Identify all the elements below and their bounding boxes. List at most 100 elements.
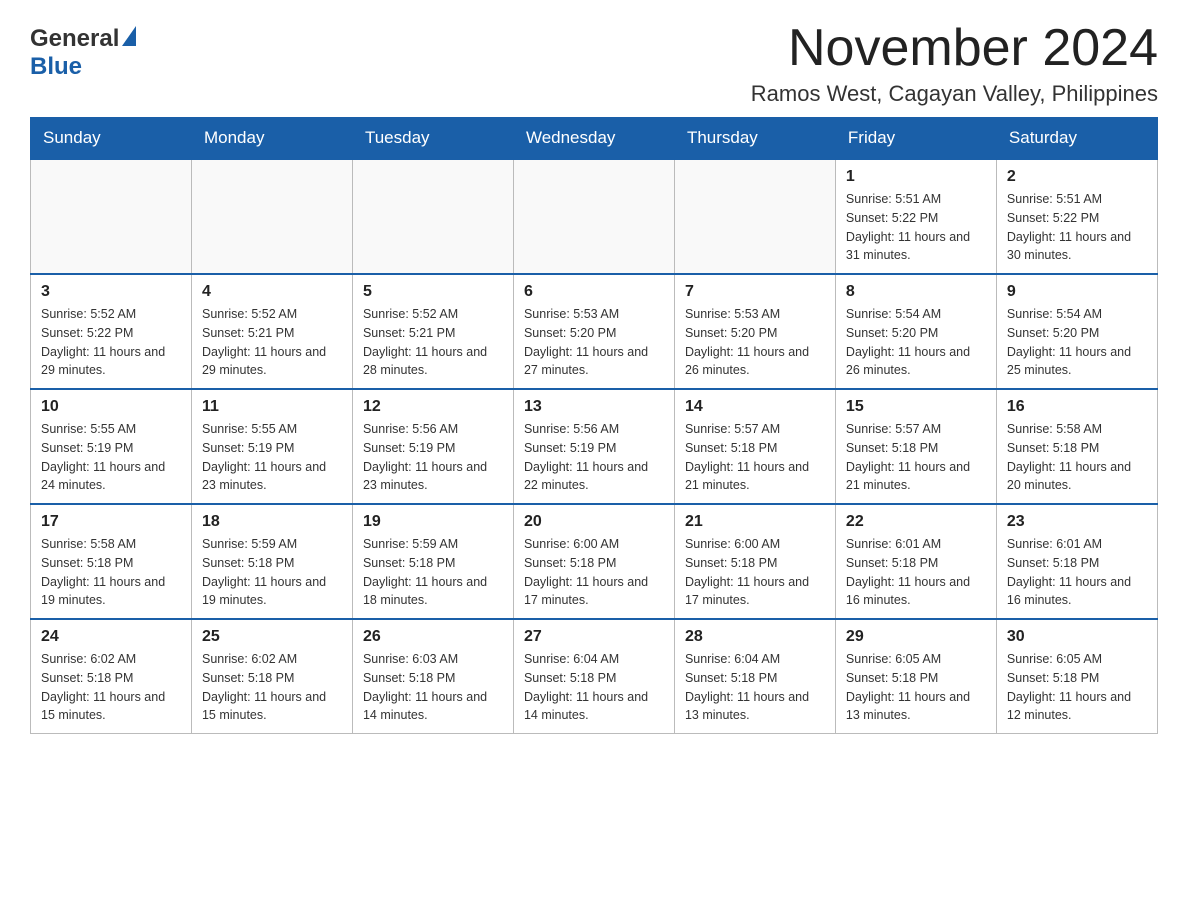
calendar-cell-30: 30Sunrise: 6:05 AM Sunset: 5:18 PM Dayli… [996,619,1157,734]
day-info: Sunrise: 6:02 AM Sunset: 5:18 PM Dayligh… [202,650,342,725]
day-number: 14 [685,398,825,416]
calendar-header-row: SundayMondayTuesdayWednesdayThursdayFrid… [31,118,1158,160]
day-info: Sunrise: 6:03 AM Sunset: 5:18 PM Dayligh… [363,650,503,725]
day-number: 20 [524,513,664,531]
day-number: 12 [363,398,503,416]
day-number: 23 [1007,513,1147,531]
calendar-cell-18: 18 Sunrise: 5:59 AM Sunset: 5:18 PM Dayli… [191,504,352,619]
calendar-cell-28: 28 Sunrise: 6:04 AM Sunset: 5:18 PM Dayli… [674,619,835,734]
page-header: General Blue November 2024 Ramos West, C… [30,20,1158,107]
day-number: 13 [524,398,664,416]
calendar-cell-12: 12 Sunrise: 5:56 AM Sunset: 5:19 PM Dayli… [352,389,513,504]
calendar-cell-1: 1 Sunrise: 5:51 AM Sunset: 5:22 PM Daylig… [835,159,996,274]
day-info: Sunrise: 5:56 AM Sunset: 5:19 PM Dayligh… [363,420,503,495]
logo-triangle-icon [122,26,136,46]
day-number: 27 [524,628,664,646]
calendar-day-header-friday: Friday [835,118,996,160]
day-number: 29 [846,628,986,646]
day-info: Sunrise: 6:04 AM Sunset: 5:18 PM Dayligh… [685,650,825,725]
calendar-day-header-saturday: Saturday [996,118,1157,160]
calendar-cell-empty [31,159,192,274]
day-info: Sunrise: 5:51 AM Sunset: 5:22 PM Dayligh… [1007,190,1147,265]
main-title: November 2024 [751,20,1158,77]
day-number: 16 [1007,398,1147,416]
calendar-day-header-sunday: Sunday [31,118,192,160]
calendar-cell-4: 4 Sunrise: 5:52 AM Sunset: 5:21 PM Daylig… [191,274,352,389]
day-number: 25 [202,628,342,646]
calendar-day-header-monday: Monday [191,118,352,160]
day-number: 28 [685,628,825,646]
day-info: Sunrise: 5:57 AM Sunset: 5:18 PM Dayligh… [685,420,825,495]
day-number: 2 [1007,168,1147,186]
calendar-cell-empty [513,159,674,274]
day-number: 15 [846,398,986,416]
day-info: Sunrise: 6:05 AM Sunset: 5:18 PM Dayligh… [1007,650,1147,725]
day-number: 22 [846,513,986,531]
day-info: Sunrise: 5:51 AM Sunset: 5:22 PM Dayligh… [846,190,986,265]
calendar-week-row-4: 17 Sunrise: 5:58 AM Sunset: 5:18 PM Dayli… [31,504,1158,619]
day-info: Sunrise: 6:01 AM Sunset: 5:18 PM Dayligh… [1007,535,1147,610]
calendar-week-row-5: 24 Sunrise: 6:02 AM Sunset: 5:18 PM Dayli… [31,619,1158,734]
day-info: Sunrise: 6:01 AM Sunset: 5:18 PM Dayligh… [846,535,986,610]
calendar-day-header-wednesday: Wednesday [513,118,674,160]
calendar-cell-26: 26 Sunrise: 6:03 AM Sunset: 5:18 PM Dayli… [352,619,513,734]
day-info: Sunrise: 5:54 AM Sunset: 5:20 PM Dayligh… [846,305,986,380]
calendar-cell-25: 25 Sunrise: 6:02 AM Sunset: 5:18 PM Dayli… [191,619,352,734]
day-number: 4 [202,283,342,301]
calendar-cell-22: 22 Sunrise: 6:01 AM Sunset: 5:18 PM Dayli… [835,504,996,619]
calendar-cell-10: 10 Sunrise: 5:55 AM Sunset: 5:19 PM Dayli… [31,389,192,504]
day-number: 7 [685,283,825,301]
calendar-table: SundayMondayTuesdayWednesdayThursdayFrid… [30,117,1158,734]
calendar-cell-3: 3Sunrise: 5:52 AM Sunset: 5:22 PM Daylig… [31,274,192,389]
calendar-cell-14: 14 Sunrise: 5:57 AM Sunset: 5:18 PM Dayli… [674,389,835,504]
calendar-week-row-1: 1 Sunrise: 5:51 AM Sunset: 5:22 PM Daylig… [31,159,1158,274]
day-info: Sunrise: 5:57 AM Sunset: 5:18 PM Dayligh… [846,420,986,495]
day-number: 1 [846,168,986,186]
day-info: Sunrise: 5:55 AM Sunset: 5:19 PM Dayligh… [41,420,181,495]
day-info: Sunrise: 5:58 AM Sunset: 5:18 PM Dayligh… [1007,420,1147,495]
calendar-cell-23: 23 Sunrise: 6:01 AM Sunset: 5:18 PM Dayli… [996,504,1157,619]
calendar-day-header-tuesday: Tuesday [352,118,513,160]
day-info: Sunrise: 5:54 AM Sunset: 5:20 PM Dayligh… [1007,305,1147,380]
calendar-cell-27: 27 Sunrise: 6:04 AM Sunset: 5:18 PM Dayli… [513,619,674,734]
day-info: Sunrise: 6:02 AM Sunset: 5:18 PM Dayligh… [41,650,181,725]
calendar-cell-21: 21Sunrise: 6:00 AM Sunset: 5:18 PM Dayli… [674,504,835,619]
day-number: 24 [41,628,181,646]
day-info: Sunrise: 6:00 AM Sunset: 5:18 PM Dayligh… [524,535,664,610]
day-info: Sunrise: 5:59 AM Sunset: 5:18 PM Dayligh… [202,535,342,610]
day-info: Sunrise: 5:58 AM Sunset: 5:18 PM Dayligh… [41,535,181,610]
calendar-cell-24: 24 Sunrise: 6:02 AM Sunset: 5:18 PM Dayli… [31,619,192,734]
day-info: Sunrise: 5:55 AM Sunset: 5:19 PM Dayligh… [202,420,342,495]
title-section: November 2024 Ramos West, Cagayan Valley… [751,20,1158,107]
calendar-cell-20: 20 Sunrise: 6:00 AM Sunset: 5:18 PM Dayli… [513,504,674,619]
calendar-cell-9: 9 Sunrise: 5:54 AM Sunset: 5:20 PM Daylig… [996,274,1157,389]
logo-blue-text: Blue [30,53,82,81]
calendar-cell-17: 17 Sunrise: 5:58 AM Sunset: 5:18 PM Dayli… [31,504,192,619]
day-info: Sunrise: 6:05 AM Sunset: 5:18 PM Dayligh… [846,650,986,725]
day-info: Sunrise: 6:04 AM Sunset: 5:18 PM Dayligh… [524,650,664,725]
subtitle: Ramos West, Cagayan Valley, Philippines [751,81,1158,107]
day-info: Sunrise: 5:53 AM Sunset: 5:20 PM Dayligh… [685,305,825,380]
day-number: 3 [41,283,181,301]
day-number: 21 [685,513,825,531]
calendar-cell-11: 11Sunrise: 5:55 AM Sunset: 5:19 PM Dayli… [191,389,352,504]
calendar-cell-29: 29 Sunrise: 6:05 AM Sunset: 5:18 PM Dayli… [835,619,996,734]
day-number: 9 [1007,283,1147,301]
day-number: 18 [202,513,342,531]
calendar-cell-empty [352,159,513,274]
day-number: 19 [363,513,503,531]
calendar-cell-7: 7 Sunrise: 5:53 AM Sunset: 5:20 PM Daylig… [674,274,835,389]
calendar-cell-16: 16 Sunrise: 5:58 AM Sunset: 5:18 PM Dayli… [996,389,1157,504]
day-info: Sunrise: 5:59 AM Sunset: 5:18 PM Dayligh… [363,535,503,610]
day-info: Sunrise: 5:56 AM Sunset: 5:19 PM Dayligh… [524,420,664,495]
day-number: 8 [846,283,986,301]
day-info: Sunrise: 5:52 AM Sunset: 5:21 PM Dayligh… [202,305,342,380]
day-number: 5 [363,283,503,301]
calendar-week-row-2: 3Sunrise: 5:52 AM Sunset: 5:22 PM Daylig… [31,274,1158,389]
day-info: Sunrise: 5:53 AM Sunset: 5:20 PM Dayligh… [524,305,664,380]
calendar-cell-2: 2 Sunrise: 5:51 AM Sunset: 5:22 PM Daylig… [996,159,1157,274]
day-number: 26 [363,628,503,646]
day-number: 10 [41,398,181,416]
day-number: 17 [41,513,181,531]
calendar-cell-13: 13 Sunrise: 5:56 AM Sunset: 5:19 PM Dayli… [513,389,674,504]
